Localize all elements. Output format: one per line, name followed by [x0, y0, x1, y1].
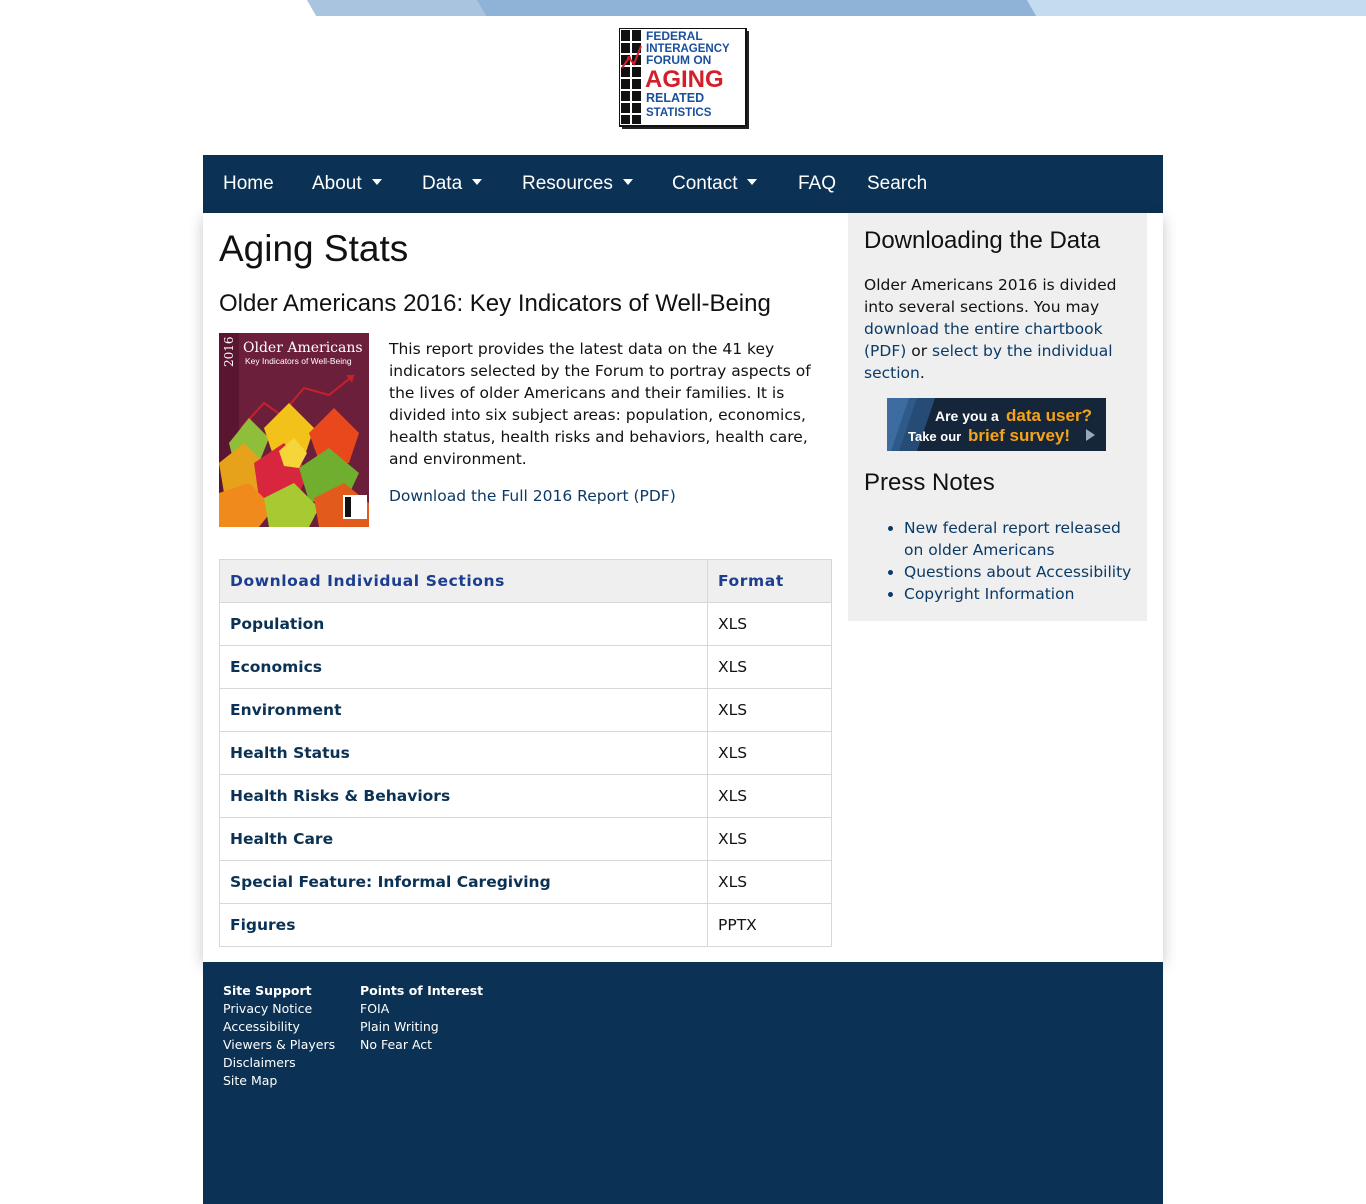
- footer-link-plain-writing[interactable]: Plain Writing: [360, 1018, 483, 1036]
- nav-contact[interactable]: Contact: [672, 155, 758, 213]
- caret-down-icon: [472, 178, 483, 185]
- nav-data[interactable]: Data: [422, 155, 483, 213]
- caret-down-icon: [747, 178, 758, 185]
- footer-link-viewers[interactable]: Viewers & Players: [223, 1036, 335, 1054]
- table-row: Figures PPTX: [219, 903, 832, 947]
- footer-site-support: Site Support Privacy Notice Accessibilit…: [223, 982, 335, 1090]
- sidebar-download-heading: Downloading the Data: [864, 227, 1101, 254]
- section-download-link[interactable]: Health Risks & Behaviors: [219, 774, 708, 818]
- text: Older Americans 2016 is divided into sev…: [864, 276, 1117, 316]
- footer-link-foia[interactable]: FOIA: [360, 1000, 483, 1018]
- section-download-link[interactable]: Economics: [219, 645, 708, 689]
- section-download-link[interactable]: Health Care: [219, 817, 708, 861]
- press-notes-heading: Press Notes: [864, 469, 995, 496]
- svg-text:Key Indicators of Well-Being: Key Indicators of Well-Being: [245, 356, 352, 366]
- footer: Site Support Privacy Notice Accessibilit…: [203, 962, 1163, 1204]
- nav-label: Search: [867, 173, 928, 194]
- nav-resources[interactable]: Resources: [522, 155, 633, 213]
- table-row: Health Status XLS: [219, 731, 832, 775]
- footer-points-of-interest: Points of Interest FOIA Plain Writing No…: [360, 982, 483, 1054]
- report-cover-image[interactable]: 2016 Older Americans Key Indicators of W…: [219, 333, 369, 527]
- footer-link-disclaimers[interactable]: Disclaimers: [223, 1054, 335, 1072]
- site-logo[interactable]: FEDERAL INTERAGENCY FORUM ON AGING RELAT…: [618, 27, 749, 129]
- footer-link-no-fear-act[interactable]: No Fear Act: [360, 1036, 483, 1054]
- press-notes-list: New federal report released on older Ame…: [864, 517, 1144, 605]
- footer-heading: Site Support: [223, 983, 312, 998]
- main-nav: Home About Data Resources Contact FAQ Se…: [203, 155, 1163, 213]
- press-note-link[interactable]: Copyright Information: [904, 583, 1144, 605]
- caret-down-icon: [622, 178, 633, 185]
- format-cell: XLS: [707, 731, 832, 775]
- nav-about[interactable]: About: [312, 155, 382, 213]
- download-full-report-link[interactable]: Download the Full 2016 Report (PDF): [389, 485, 676, 507]
- nav-search[interactable]: Search: [867, 155, 927, 213]
- nav-label: Resources: [522, 173, 613, 194]
- nav-label: Data: [422, 173, 463, 194]
- svg-text:brief survey!: brief survey!: [968, 426, 1070, 445]
- nav-label: FAQ: [798, 173, 837, 194]
- column-header: Format: [707, 559, 832, 603]
- section-download-link[interactable]: Health Status: [219, 731, 708, 775]
- report-title: Older Americans 2016: Key Indicators of …: [219, 290, 771, 317]
- table-row: Special Feature: Informal Caregiving XLS: [219, 860, 832, 904]
- svg-text:AGING: AGING: [645, 66, 724, 93]
- format-cell: XLS: [707, 817, 832, 861]
- svg-text:Take our: Take our: [908, 429, 961, 444]
- nav-label: About: [312, 173, 362, 194]
- section-download-link[interactable]: Environment: [219, 688, 708, 732]
- footer-link-privacy[interactable]: Privacy Notice: [223, 1000, 335, 1018]
- sections-table: Download Individual Sections Format Popu…: [219, 559, 832, 947]
- svg-text:FORUM ON: FORUM ON: [646, 53, 711, 67]
- nav-label: Home: [223, 173, 274, 194]
- table-row: Health Risks & Behaviors XLS: [219, 774, 832, 818]
- section-download-link[interactable]: Population: [219, 602, 708, 646]
- footer-link-accessibility[interactable]: Accessibility: [223, 1018, 335, 1036]
- column-header: Download Individual Sections: [219, 559, 708, 603]
- press-note-link[interactable]: New federal report released on older Ame…: [904, 517, 1144, 561]
- svg-text:Are you a: Are you a: [935, 408, 999, 424]
- format-cell: XLS: [707, 688, 832, 732]
- sidebar-download-text: Older Americans 2016 is divided into sev…: [864, 274, 1134, 384]
- footer-link-sitemap[interactable]: Site Map: [223, 1072, 335, 1090]
- report-description: This report provides the latest data on …: [389, 340, 811, 468]
- table-row: Economics XLS: [219, 645, 832, 689]
- text: .: [919, 364, 925, 382]
- svg-text:FEDERAL: FEDERAL: [646, 29, 703, 43]
- svg-text:STATISTICS: STATISTICS: [646, 107, 712, 119]
- table-row: Health Care XLS: [219, 817, 832, 861]
- page-title: Aging Stats: [219, 228, 409, 269]
- table-row: Environment XLS: [219, 688, 832, 732]
- nav-faq[interactable]: FAQ: [798, 155, 836, 213]
- press-note-link[interactable]: Questions about Accessibility: [904, 561, 1144, 583]
- text: or: [906, 342, 933, 360]
- format-cell: PPTX: [707, 903, 832, 947]
- svg-text:Older Americans: Older Americans: [243, 340, 363, 356]
- section-download-link[interactable]: Special Feature: Informal Caregiving: [219, 860, 708, 904]
- nav-home[interactable]: Home: [223, 155, 274, 213]
- section-download-link[interactable]: Figures: [219, 903, 708, 947]
- svg-text:2016: 2016: [222, 336, 236, 367]
- nav-label: Contact: [672, 173, 738, 194]
- top-decorative-band: [0, 0, 1366, 16]
- footer-heading: Points of Interest: [360, 983, 484, 998]
- survey-banner[interactable]: Are you a data user? Take our brief surv…: [887, 398, 1106, 451]
- format-cell: XLS: [707, 645, 832, 689]
- svg-text:RELATED: RELATED: [646, 91, 704, 105]
- format-cell: XLS: [707, 860, 832, 904]
- caret-down-icon: [371, 178, 382, 185]
- table-row: Population XLS: [219, 602, 832, 646]
- format-cell: XLS: [707, 774, 832, 818]
- table-header-row: Download Individual Sections Format: [219, 559, 832, 603]
- format-cell: XLS: [707, 602, 832, 646]
- svg-text:data user?: data user?: [1006, 406, 1092, 425]
